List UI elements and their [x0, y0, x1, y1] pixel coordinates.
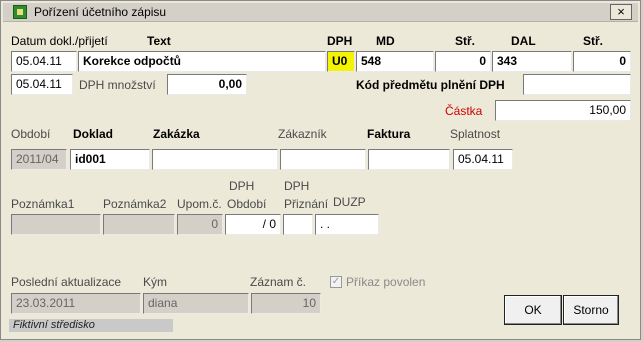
duzp-field[interactable]: . . — [315, 214, 379, 235]
dph-priznani-label: Přiznání — [284, 197, 329, 211]
dph-obdobi-field[interactable]: / 0 — [225, 214, 281, 235]
window-title: Pořízení účetního zápisu — [34, 5, 167, 19]
faktura-label: Faktura — [367, 127, 411, 141]
splatnost-field[interactable]: 05.04.11 — [453, 149, 513, 170]
zakaznik-field[interactable] — [280, 149, 366, 170]
accounting-entry-dialog: Pořízení účetního zápisu × Datum dokl./p… — [0, 0, 641, 340]
text-label: Text — [147, 34, 171, 48]
dph-code-field[interactable]: U0 — [327, 51, 355, 72]
posledni-aktualizace-label: Poslední aktualizace — [11, 275, 122, 289]
dph-mnozstvi-field[interactable]: 0,00 — [167, 74, 247, 95]
receipt-date-field[interactable]: 05.04.11 — [11, 74, 73, 95]
md-field[interactable]: 548 — [356, 51, 434, 72]
prikaz-povolen-checkbox[interactable]: ✓ — [330, 276, 342, 288]
poznamka1-label: Poznámka1 — [11, 197, 75, 211]
text-field[interactable]: Korekce odpočtů — [78, 51, 326, 72]
upom-label: Upom.č. — [177, 197, 222, 211]
dph-mnozstvi-label: DPH množství — [79, 78, 156, 92]
poznamka2-field[interactable] — [103, 214, 175, 235]
faktura-field[interactable] — [368, 149, 450, 170]
dph-label: DPH — [327, 34, 353, 48]
castka-field[interactable]: 150,00 — [495, 100, 631, 121]
kym-label: Kým — [143, 275, 167, 289]
datum-label: Datum dokl./přijetí — [11, 34, 108, 48]
zaznam-label: Záznam č. — [250, 275, 307, 289]
date-field[interactable]: 05.04.11 — [11, 51, 77, 72]
dal-label: DAL — [511, 34, 536, 48]
poznamka1-field[interactable] — [11, 214, 101, 235]
close-button[interactable]: × — [610, 4, 632, 20]
dal-field[interactable]: 343 — [492, 51, 572, 72]
dph-priznani-field[interactable] — [283, 214, 313, 235]
castka-label: Částka — [445, 104, 483, 118]
dph-obdobi-label-top: DPH — [229, 179, 255, 193]
title-bar: Pořízení účetního zápisu × — [3, 3, 638, 22]
prikaz-povolen-label: Příkaz povolen — [346, 275, 426, 289]
dph-obdobi-label: Období — [227, 197, 267, 211]
poznamka2-label: Poznámka2 — [103, 197, 167, 211]
md-label: MD — [376, 34, 395, 48]
dph-priznani-label-top: DPH — [284, 179, 310, 193]
storno-button[interactable]: Storno — [563, 295, 619, 325]
ok-button[interactable]: OK — [504, 295, 562, 325]
status-bar: Fiktivní středisko — [9, 319, 173, 332]
md-str-label: Stř. — [455, 34, 476, 48]
md-str-field[interactable]: 0 — [435, 51, 491, 72]
app-icon — [13, 5, 27, 19]
kym-field[interactable]: diana — [143, 293, 249, 314]
doklad-label: Doklad — [73, 127, 114, 141]
zakazka-label: Zakázka — [153, 127, 200, 141]
duzp-label: DUZP — [333, 195, 366, 209]
zaznam-field[interactable]: 10 — [251, 293, 321, 314]
dal-str-field[interactable]: 0 — [573, 51, 631, 72]
obdobi-label: Období — [11, 127, 51, 141]
zakaznik-label: Zákazník — [278, 127, 327, 141]
posledni-aktualizace-field[interactable]: 23.03.2011 — [11, 293, 141, 314]
zakazka-field[interactable] — [152, 149, 278, 170]
dal-str-label: Stř. — [583, 34, 604, 48]
kod-predmetu-label: Kód předmětu plnění DPH — [356, 78, 505, 92]
upom-field[interactable]: 0 — [177, 214, 223, 235]
splatnost-label: Splatnost — [450, 127, 501, 141]
kod-predmetu-field[interactable] — [523, 74, 631, 95]
doklad-field[interactable]: id001 — [70, 149, 150, 170]
obdobi-field[interactable]: 2011/04 — [11, 149, 67, 170]
